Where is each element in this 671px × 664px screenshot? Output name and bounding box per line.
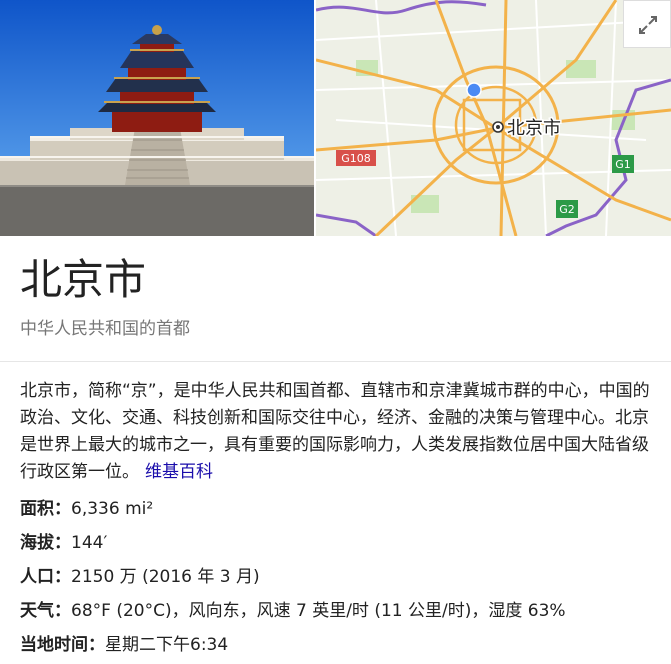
fact-value: 144′: [71, 533, 108, 553]
fact-value: 68°F (20°C)，风向东，风速 7 英里/时 (11 公里/时)，湿度 6…: [71, 601, 566, 621]
expand-map-button[interactable]: [623, 0, 671, 48]
city-photo[interactable]: [0, 0, 314, 236]
description-text: 北京市，简称“京”，是中华人民共和国首都、直辖市和京津冀城市群的中心，中国的政治…: [20, 381, 650, 482]
fact-label[interactable]: 海拔：: [20, 533, 71, 553]
media-strip: G108 G1 G2 北京市: [0, 0, 671, 236]
road-badge-g108: G108: [341, 152, 371, 165]
map-city-label: 北京市: [507, 118, 561, 139]
wikipedia-link[interactable]: 维基百科: [145, 462, 213, 482]
fact-elevation: 海拔：144′: [20, 526, 660, 560]
road-badge-g1: G1: [615, 158, 631, 171]
fact-label[interactable]: 面积：: [20, 499, 71, 519]
knowledge-panel: G108 G1 G2 北京市 北京市 中华人民共和国的首都 北京市，简称“京”，…: [0, 0, 671, 664]
expand-icon: [639, 16, 657, 34]
fact-label[interactable]: 当地时间：: [20, 635, 105, 655]
map-image: G108 G1 G2 北京市: [316, 0, 671, 236]
description: 北京市，简称“京”，是中华人民共和国首都、直辖市和京津冀城市群的中心，中国的政治…: [20, 378, 650, 486]
temple-of-heaven-image: [0, 0, 314, 236]
fact-value: 星期二下午6:34: [105, 635, 229, 655]
fact-area: 面积：6,336 mi²: [20, 492, 660, 526]
fact-label[interactable]: 天气：: [20, 601, 71, 621]
fact-value: 6,336 mi²: [71, 499, 154, 519]
title-block: 北京市 中华人民共和国的首都: [0, 236, 671, 362]
fact-label[interactable]: 人口：: [20, 567, 71, 587]
page-title: 北京市: [20, 255, 147, 304]
fact-population: 人口：2150 万 (2016 年 3 月): [20, 560, 660, 594]
fact-local-time: 当地时间：星期二下午6:34: [20, 628, 660, 662]
facts-list: 面积：6,336 mi² 海拔：144′ 人口：2150 万 (2016 年 3…: [20, 492, 660, 662]
fact-weather: 天气：68°F (20°C)，风向东，风速 7 英里/时 (11 公里/时)，湿…: [20, 594, 660, 628]
fact-value: 2150 万 (2016 年 3 月): [71, 567, 260, 587]
city-map[interactable]: G108 G1 G2 北京市: [316, 0, 671, 236]
road-badge-g2: G2: [559, 203, 575, 216]
page-subtitle: 中华人民共和国的首都: [20, 319, 190, 339]
